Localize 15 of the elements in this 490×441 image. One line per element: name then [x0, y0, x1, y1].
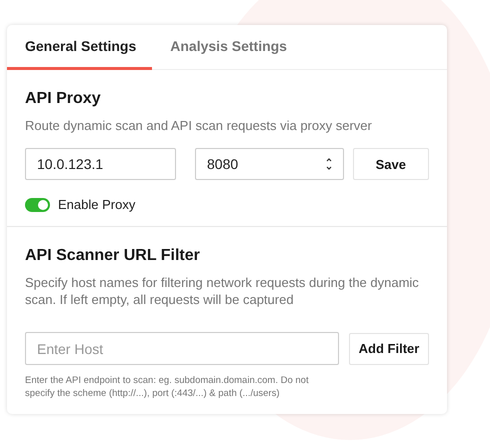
- section-title: API Scanner URL Filter: [25, 247, 201, 265]
- section-description: Specify host names for filtering network requests during the dynamic scan. If left empty, all requests will be captured: [25, 274, 420, 308]
- host-input-field[interactable]: Enter Host: [25, 332, 339, 365]
- spinner-icon[interactable]: [326, 157, 332, 171]
- section-title: API Proxy: [25, 90, 102, 108]
- proxy-port-field[interactable]: 8080: [195, 148, 344, 180]
- proxy-toggle[interactable]: [25, 198, 50, 212]
- settings-tab[interactable]: Analysis Settings: [152, 25, 303, 70]
- section-description: Route dynamic scan and API scan requests via proxy server: [25, 117, 373, 134]
- save-button[interactable]: Save: [352, 148, 429, 180]
- toggle-label: Enable Proxy: [58, 197, 136, 212]
- add-filter-button[interactable]: Add Filter: [349, 332, 429, 364]
- proxy-host-field[interactable]: 10.0.123.1: [25, 148, 176, 180]
- settings-tab[interactable]: General Settings: [7, 25, 152, 70]
- help-text: Enter the API endpoint to scan: eg. subdomain.domain.com. Do not specify the scheme (http://...), port (:443/...) & path (.../users): [25, 374, 310, 400]
